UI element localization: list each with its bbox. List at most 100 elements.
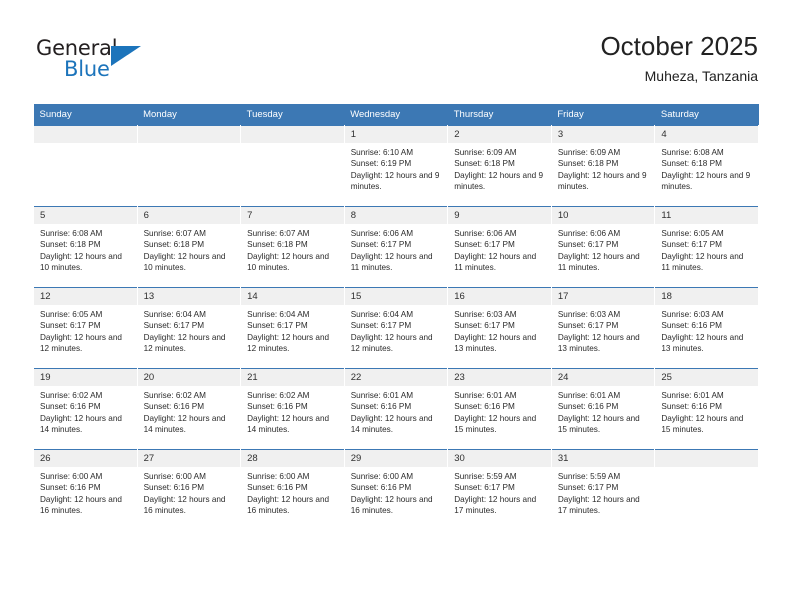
general-blue-logo[interactable]: General Blue [36,36,236,88]
day-number: 11 [655,207,758,224]
daylight-text: Daylight: 12 hours and 13 minutes. [557,332,640,353]
day-details: Sunrise: 6:01 AM Sunset: 6:16 PM Daylight:… [552,386,655,435]
calendar-day-cell[interactable]: 4 Sunrise: 6:08 AM Sunset: 6:18 PM Daylight… [654,125,759,207]
day-number [137,126,241,143]
daylight-text: Daylight: 12 hours and 17 minutes. [454,494,537,515]
calendar-day-cell[interactable]: 26 Sunrise: 6:00 AM Sunset: 6:16 PM Dayligh… [33,449,138,530]
calendar-day-cell[interactable]: 3 Sunrise: 6:09 AM Sunset: 6:18 PM Daylight… [550,125,656,207]
daylight-text: Daylight: 12 hours and 15 minutes. [454,413,537,434]
day-cell-inner: 13 Sunrise: 6:04 AM Sunset: 6:17 PM Dayligh… [137,288,241,368]
sunrise-text: Sunrise: 6:04 AM [143,310,206,319]
calendar-day-cell[interactable]: 19 Sunrise: 6:02 AM Sunset: 6:16 PM Dayligh… [33,368,138,450]
calendar-day-cell[interactable]: 25 Sunrise: 6:01 AM Sunset: 6:16 PM Dayligh… [654,368,759,450]
calendar-day-cell[interactable]: 16 Sunrise: 6:03 AM Sunset: 6:17 PM Dayligh… [447,287,552,369]
day-details: Sunrise: 6:10 AM Sunset: 6:19 PM Daylight:… [345,143,448,192]
day-cell-inner: 26 Sunrise: 6:00 AM Sunset: 6:16 PM Dayligh… [34,450,137,530]
day-number: 13 [137,288,241,305]
sunrise-text: Sunrise: 6:07 AM [247,229,310,238]
sunrise-text: Sunrise: 6:05 AM [40,310,103,319]
daylight-text: Daylight: 12 hours and 11 minutes. [661,251,744,272]
calendar-day-cell[interactable]: 15 Sunrise: 6:04 AM Sunset: 6:17 PM Dayligh… [343,287,449,369]
day-details: Sunrise: 6:00 AM Sunset: 6:16 PM Daylight:… [241,467,344,516]
day-number [241,126,344,143]
sunrise-text: Sunrise: 5:59 AM [557,472,621,481]
calendar-day-cell[interactable]: 11 Sunrise: 6:05 AM Sunset: 6:17 PM Dayligh… [654,206,759,288]
sunset-text: Sunset: 6:17 PM [350,240,412,250]
day-details: Sunrise: 6:09 AM Sunset: 6:18 PM Daylight:… [552,143,655,192]
sunset-text: Sunset: 6:16 PM [143,402,205,412]
calendar-week-row: 19 Sunrise: 6:02 AM Sunset: 6:16 PM Dayligh… [33,368,759,450]
calendar-day-cell[interactable]: 24 Sunrise: 6:01 AM Sunset: 6:16 PM Dayligh… [550,368,656,450]
calendar-day-cell[interactable]: 18 Sunrise: 6:03 AM Sunset: 6:16 PM Dayligh… [654,287,759,369]
calendar-day-cell[interactable]: 10 Sunrise: 6:06 AM Sunset: 6:17 PM Dayligh… [550,206,656,288]
daylight-text: Daylight: 12 hours and 15 minutes. [557,413,640,434]
calendar-day-cell[interactable]: 20 Sunrise: 6:02 AM Sunset: 6:16 PM Dayligh… [136,368,242,450]
calendar-table: Sunday Monday Tuesday Wednesday Thursday Frid… [33,104,759,530]
day-number: 18 [655,288,758,305]
sunrise-text: Sunrise: 6:04 AM [247,310,310,319]
calendar-day-cell[interactable]: 28 Sunrise: 6:00 AM Sunset: 6:16 PM Dayligh… [240,449,345,530]
day-cell-inner: 14 Sunrise: 6:04 AM Sunset: 6:17 PM Dayligh… [241,288,344,368]
calendar-day-cell[interactable]: 23 Sunrise: 6:01 AM Sunset: 6:16 PM Dayligh… [447,368,552,450]
day-cell-inner: 18 Sunrise: 6:03 AM Sunset: 6:16 PM Dayligh… [655,288,758,368]
sunset-text: Sunset: 6:18 PM [454,159,515,169]
sunrise-text: Sunrise: 6:06 AM [557,229,621,238]
calendar-day-cell[interactable]: 17 Sunrise: 6:03 AM Sunset: 6:17 PM Dayligh… [550,287,656,369]
calendar-day-cell[interactable]: 22 Sunrise: 6:01 AM Sunset: 6:16 PM Dayligh… [343,368,449,450]
sunrise-text: Sunrise: 6:01 AM [557,391,621,400]
day-number: 15 [344,288,448,305]
sunrise-text: Sunrise: 6:09 AM [454,148,517,157]
page-subtitle: Muheza, Tanzania [644,68,758,84]
daylight-text: Daylight: 12 hours and 13 minutes. [661,332,744,353]
day-details: Sunrise: 6:07 AM Sunset: 6:18 PM Daylight:… [138,224,241,273]
calendar-day-cell[interactable]: 12 Sunrise: 6:05 AM Sunset: 6:17 PM Dayligh… [33,287,138,369]
day-cell-inner: 19 Sunrise: 6:02 AM Sunset: 6:16 PM Dayligh… [34,369,137,449]
day-number: 6 [137,207,241,224]
calendar-day-cell[interactable]: 6 Sunrise: 6:07 AM Sunset: 6:18 PM Daylight… [136,206,242,288]
sunset-text: Sunset: 6:17 PM [40,321,101,331]
sunrise-text: Sunrise: 6:00 AM [247,472,310,481]
sunrise-text: Sunrise: 6:05 AM [661,229,724,238]
daylight-text: Daylight: 12 hours and 9 minutes. [557,170,647,191]
day-number: 10 [551,207,655,224]
calendar-day-cell[interactable]: 5 Sunrise: 6:08 AM Sunset: 6:18 PM Daylight… [33,206,138,288]
day-details: Sunrise: 6:05 AM Sunset: 6:17 PM Daylight:… [655,224,758,273]
calendar-week-row: 1 Sunrise: 6:10 AM Sunset: 6:19 PM Daylight… [33,125,759,207]
day-number: 27 [137,450,241,467]
calendar-day-cell[interactable]: 30 Sunrise: 5:59 AM Sunset: 6:17 PM Dayligh… [447,449,552,530]
sunset-text: Sunset: 6:17 PM [350,321,412,331]
title-block: October 2025 Muheza, Tanzania [600,30,758,86]
calendar-day-cell[interactable]: 21 Sunrise: 6:02 AM Sunset: 6:16 PM Dayligh… [240,368,345,450]
day-cell-inner: 23 Sunrise: 6:01 AM Sunset: 6:16 PM Dayligh… [448,369,551,449]
calendar-day-cell[interactable]: 9 Sunrise: 6:06 AM Sunset: 6:17 PM Daylight… [447,206,552,288]
sunset-text: Sunset: 6:17 PM [557,321,619,331]
daylight-text: Daylight: 12 hours and 9 minutes. [350,170,440,191]
daylight-text: Daylight: 12 hours and 10 minutes. [247,251,330,272]
day-number: 26 [34,450,137,467]
day-cell-inner [34,126,137,206]
day-number: 17 [551,288,655,305]
day-details: Sunrise: 6:06 AM Sunset: 6:17 PM Daylight:… [448,224,551,273]
calendar-day-cell[interactable]: 1 Sunrise: 6:10 AM Sunset: 6:19 PM Daylight… [343,125,449,207]
calendar-day-cell[interactable]: 7 Sunrise: 6:07 AM Sunset: 6:18 PM Daylight… [240,206,345,288]
calendar-day-cell[interactable]: 2 Sunrise: 6:09 AM Sunset: 6:18 PM Daylight… [447,125,552,207]
sunrise-text: Sunrise: 6:01 AM [350,391,414,400]
day-details: Sunrise: 6:01 AM Sunset: 6:16 PM Daylight:… [448,386,551,435]
sunset-text: Sunset: 6:17 PM [247,321,308,331]
weekday-header-sunday: Sunday [33,104,138,126]
day-details: Sunrise: 6:08 AM Sunset: 6:18 PM Daylight:… [655,143,758,192]
daylight-text: Daylight: 12 hours and 9 minutes. [661,170,751,191]
calendar-day-cell[interactable]: 27 Sunrise: 6:00 AM Sunset: 6:16 PM Dayligh… [136,449,242,530]
daylight-text: Daylight: 12 hours and 10 minutes. [143,251,226,272]
calendar-page: General Blue October 2025 Muheza, Tanzan… [0,0,792,612]
sunset-text: Sunset: 6:18 PM [557,159,619,169]
weekday-header-tuesday: Tuesday [240,104,345,126]
calendar-day-cell[interactable]: 29 Sunrise: 6:00 AM Sunset: 6:16 PM Dayligh… [343,449,449,530]
day-number: 16 [448,288,551,305]
sunrise-text: Sunrise: 6:03 AM [454,310,517,319]
calendar-day-cell[interactable]: 14 Sunrise: 6:04 AM Sunset: 6:17 PM Dayligh… [240,287,345,369]
calendar-day-cell[interactable]: 31 Sunrise: 5:59 AM Sunset: 6:17 PM Dayligh… [550,449,656,530]
calendar-day-cell[interactable]: 13 Sunrise: 6:04 AM Sunset: 6:17 PM Dayligh… [136,287,242,369]
daylight-text: Daylight: 12 hours and 13 minutes. [454,332,537,353]
calendar-day-cell[interactable]: 8 Sunrise: 6:06 AM Sunset: 6:17 PM Daylight… [343,206,449,288]
